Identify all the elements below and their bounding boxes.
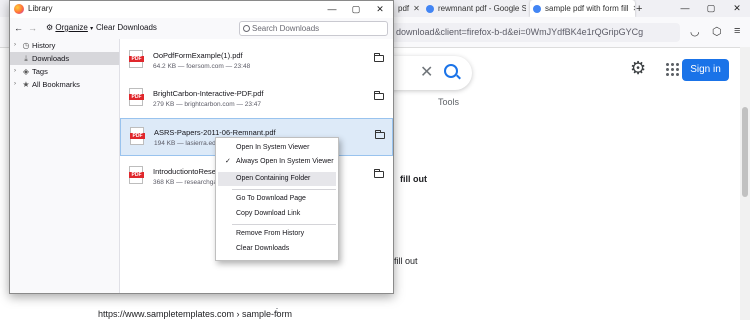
tab-label: pdf	[398, 4, 410, 13]
menu-item-clear-downloads[interactable]: Clear Downloads	[218, 242, 336, 256]
search-placeholder: Search Downloads	[252, 24, 320, 33]
menu-item-remove-from-history[interactable]: Remove From History	[218, 227, 336, 241]
folder-icon[interactable]	[373, 91, 384, 100]
library-sidebar: › ◷ History ⤓ Downloads › ◈ Tags › ★ All…	[10, 39, 120, 293]
google-header: ✕ ⚙ Sign in	[380, 52, 750, 92]
browser-tab[interactable]: pdf ✕	[398, 0, 422, 17]
firefox-logo-icon	[14, 4, 24, 14]
download-row[interactable]: PDF OoPdfFormExample(1).pdf 64.2 KB — fo…	[120, 42, 393, 80]
apps-grid-icon[interactable]	[665, 62, 679, 76]
tab-label: rewmnant pdf - Google S	[438, 4, 526, 13]
pdf-badge: PDF	[129, 94, 144, 100]
download-icon: ⤓	[24, 54, 28, 63]
organize-label: Organize	[55, 23, 88, 32]
minimize-icon[interactable]: —	[320, 1, 344, 18]
checkmark-icon: ✓	[225, 158, 231, 165]
close-window-icon[interactable]: ✕	[724, 0, 750, 17]
search-icon[interactable]	[444, 64, 458, 78]
url-text: download&client=firefox-b-d&ei=0WmJYdfBK…	[396, 27, 644, 37]
google-favicon-icon	[426, 4, 434, 13]
pdf-badge: PDF	[129, 172, 144, 178]
sign-in-button[interactable]: Sign in	[682, 59, 729, 81]
sidebar-item-tags[interactable]: › ◈ Tags	[10, 65, 119, 78]
sidebar-item-label: Tags	[32, 67, 48, 76]
chevron-right-icon[interactable]: ›	[14, 78, 20, 91]
result-snippet: fill out	[394, 256, 418, 266]
sidebar-item-all-bookmarks[interactable]: › ★ All Bookmarks	[10, 78, 119, 91]
organize-button[interactable]: ⚙ Organize ▾	[46, 21, 93, 35]
page-scrollbar[interactable]	[740, 47, 750, 320]
maximize-icon[interactable]: ▢	[698, 0, 724, 17]
pdf-file-icon: PDF	[130, 127, 145, 145]
clear-search-icon[interactable]: ✕	[420, 62, 433, 82]
menu-icon[interactable]: ≡	[734, 25, 740, 37]
browser-tab-active[interactable]: sample pdf with form fill ✕	[530, 0, 635, 17]
folder-icon[interactable]	[373, 53, 384, 62]
menu-separator	[232, 224, 336, 225]
tools-tab[interactable]: Tools	[438, 97, 459, 107]
result-url[interactable]: https://www.sampletemplates.com › sample…	[98, 309, 292, 319]
url-bar[interactable]: download&client=firefox-b-d&ei=0WmJYdfBK…	[380, 23, 680, 42]
menu-item-label: Always Open In System Viewer	[236, 158, 334, 165]
minimize-icon[interactable]: —	[672, 0, 698, 17]
pdf-file-icon: PDF	[129, 50, 144, 68]
pocket-icon[interactable]: ◡	[690, 25, 700, 38]
download-filename: BrightCarbon-Interactive-PDF.pdf	[153, 89, 264, 98]
clear-downloads-button[interactable]: Clear Downloads	[96, 21, 157, 35]
search-downloads-input[interactable]: Search Downloads	[239, 21, 388, 36]
browser-tab[interactable]: rewmnant pdf - Google S ✕	[426, 0, 526, 17]
menu-item-open-system-viewer[interactable]: Open In System Viewer	[218, 141, 336, 155]
chevron-right-icon[interactable]: ›	[14, 39, 20, 52]
menu-item-always-open-system-viewer[interactable]: ✓ Always Open In System Viewer	[218, 155, 336, 169]
close-icon[interactable]: ✕	[409, 4, 422, 13]
menu-item-open-containing-folder[interactable]: Open Containing Folder	[218, 172, 336, 186]
pdf-badge: PDF	[130, 133, 145, 139]
download-meta: 279 KB — brightcarbon.com — 23:47	[153, 101, 262, 108]
sidebar-item-downloads[interactable]: ⤓ Downloads	[10, 52, 119, 65]
library-toolbar: ← → ⚙ Organize ▾ Clear Downloads Search …	[10, 18, 393, 40]
gear-icon: ⚙	[46, 23, 54, 32]
download-row[interactable]: PDF BrightCarbon-Interactive-PDF.pdf 279…	[120, 80, 393, 118]
star-icon: ★	[22, 80, 30, 89]
gear-icon[interactable]: ⚙	[630, 58, 646, 79]
download-meta: 368 KB — researchgate	[153, 179, 223, 186]
library-titlebar: Library — ▢ ✕	[10, 1, 393, 18]
new-tab-button[interactable]: +	[636, 0, 648, 17]
extensions-icon[interactable]: ⬡	[712, 25, 722, 38]
menu-item-go-to-download-page[interactable]: Go To Download Page	[218, 192, 336, 206]
tab-label: sample pdf with form fill	[545, 4, 629, 13]
folder-icon[interactable]	[373, 169, 384, 178]
download-meta: 64.2 KB — foersom.com — 23:48	[153, 63, 251, 70]
sidebar-item-label: All Bookmarks	[32, 80, 80, 89]
pdf-file-icon: PDF	[129, 166, 144, 184]
history-icon: ◷	[22, 41, 30, 50]
library-title: Library	[28, 4, 53, 13]
close-icon[interactable]: ✕	[629, 4, 635, 13]
result-snippet: fill out	[400, 174, 427, 184]
back-icon[interactable]: ←	[14, 21, 23, 35]
folder-icon[interactable]	[374, 130, 385, 139]
maximize-icon[interactable]: ▢	[344, 1, 368, 18]
plus-icon: +	[636, 2, 643, 15]
google-favicon-icon	[533, 4, 541, 13]
scrollbar-thumb[interactable]	[742, 107, 748, 197]
forward-icon[interactable]: →	[28, 21, 37, 35]
search-icon	[243, 25, 250, 32]
chevron-down-icon: ▾	[90, 26, 94, 32]
sidebar-item-label: History	[32, 41, 56, 50]
close-icon[interactable]: ✕	[368, 1, 392, 18]
download-context-menu: Open In System Viewer ✓ Always Open In S…	[215, 137, 339, 261]
download-filename: OoPdfFormExample(1).pdf	[153, 51, 243, 60]
pdf-badge: PDF	[129, 56, 144, 62]
menu-item-copy-download-link[interactable]: Copy Download Link	[218, 207, 336, 221]
download-filename: ASRS-Papers-2011-06-Remnant.pdf	[154, 128, 276, 137]
pdf-file-icon: PDF	[129, 88, 144, 106]
tag-icon: ◈	[22, 67, 30, 76]
more-options-icon[interactable]: ⋮	[272, 307, 282, 318]
sidebar-item-label: Downloads	[32, 54, 70, 63]
menu-separator	[232, 189, 336, 190]
sidebar-item-history[interactable]: › ◷ History	[10, 39, 119, 52]
chevron-right-icon[interactable]: ›	[14, 65, 20, 78]
